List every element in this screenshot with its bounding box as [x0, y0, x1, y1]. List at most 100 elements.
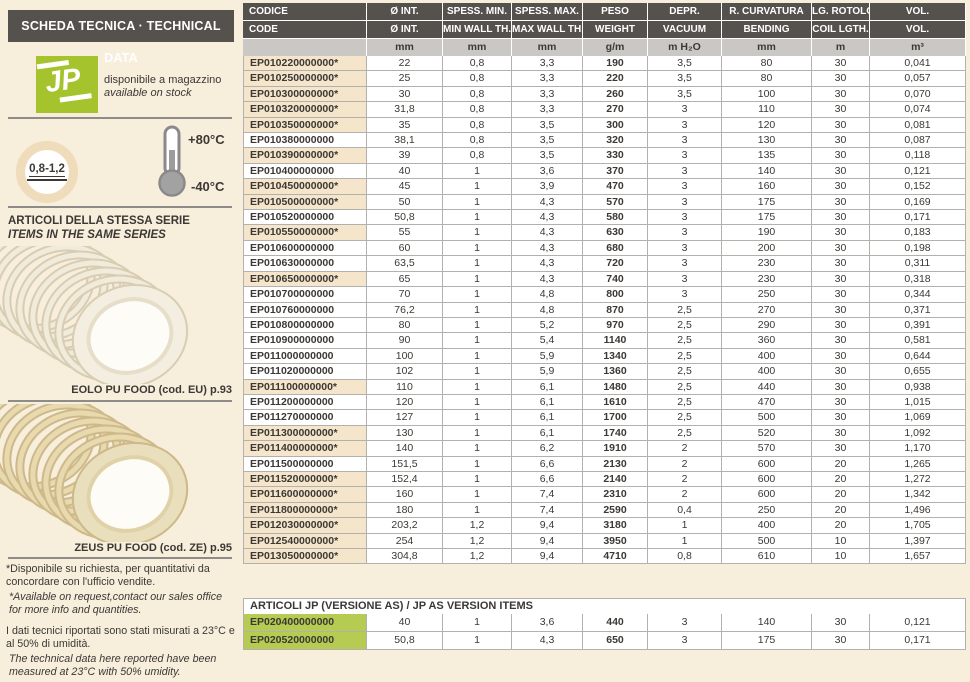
data-cell: 470 — [583, 179, 648, 194]
data-cell: 20 — [812, 487, 870, 502]
data-cell: 3 — [648, 241, 722, 256]
data-cell: 2 — [648, 441, 722, 456]
data-cell: 270 — [722, 303, 812, 318]
column-units: mm — [367, 39, 443, 56]
data-cell: 7,4 — [512, 487, 583, 502]
column-header-it: LG. ROTOLO — [812, 3, 870, 21]
data-cell: 6,2 — [512, 441, 583, 456]
data-cell: 0,121 — [870, 164, 966, 179]
data-cell: 76,2 — [367, 303, 443, 318]
column-units: mm — [512, 39, 583, 56]
data-cell: 1,496 — [870, 503, 966, 518]
product-code-cell: EP011270000000 — [243, 410, 367, 425]
data-cell: 1 — [443, 349, 512, 364]
technical-data-table: CODICEØ INT.SPESS. MIN.SPESS. MAX.PESODE… — [243, 3, 966, 564]
data-cell: 3,5 — [512, 148, 583, 163]
as-product-code-cell: EP020400000000 — [243, 614, 367, 632]
as-data-cell: 0,121 — [870, 614, 966, 632]
product-code-cell: EP010450000000* — [243, 179, 367, 194]
data-cell: 9,4 — [512, 549, 583, 564]
data-cell: 0,644 — [870, 349, 966, 364]
data-cell: 610 — [722, 549, 812, 564]
data-cell: 3,5 — [512, 133, 583, 148]
data-cell: 4,8 — [512, 303, 583, 318]
column-header-en: WEIGHT — [583, 21, 648, 39]
data-cell: 65 — [367, 272, 443, 287]
data-cell: 5,2 — [512, 318, 583, 333]
divider — [8, 206, 232, 208]
data-cell: 20 — [812, 472, 870, 487]
product-code-cell: EP010320000000* — [243, 102, 367, 117]
data-cell: 1 — [443, 241, 512, 256]
data-cell: 400 — [722, 518, 812, 533]
data-cell: 80 — [722, 56, 812, 71]
data-cell: 2 — [648, 487, 722, 502]
as-data-cell: 50,8 — [367, 632, 443, 650]
data-cell: 30 — [812, 195, 870, 210]
data-cell: 1,015 — [870, 395, 966, 410]
product-code-cell: EP010700000000 — [243, 287, 367, 302]
data-cell: 1 — [443, 287, 512, 302]
data-cell: 6,1 — [512, 380, 583, 395]
as-data-cell: 1 — [443, 632, 512, 650]
data-cell: 3,5 — [648, 71, 722, 86]
as-data-cell: 40 — [367, 614, 443, 632]
data-cell: 3 — [648, 148, 722, 163]
data-cell: 1 — [443, 333, 512, 348]
data-cell: 1 — [443, 210, 512, 225]
data-cell: 3,5 — [648, 87, 722, 102]
data-cell: 1 — [443, 164, 512, 179]
product-code-cell: EP010400000000 — [243, 164, 367, 179]
data-cell: 6,1 — [512, 410, 583, 425]
data-cell: 30 — [812, 426, 870, 441]
column-units — [243, 39, 367, 56]
data-cell: 110 — [367, 380, 443, 395]
data-cell: 6,6 — [512, 457, 583, 472]
data-cell: 1340 — [583, 349, 648, 364]
logo-text: JP — [43, 62, 91, 98]
data-cell: 1 — [648, 518, 722, 533]
data-cell: 2,5 — [648, 303, 722, 318]
eolo-hose-photo — [0, 246, 232, 389]
column-header-it: DEPR. — [648, 3, 722, 21]
column-header-en: CODE — [243, 21, 367, 39]
column-units: g/m — [583, 39, 648, 56]
product-code-cell: EP010650000000* — [243, 272, 367, 287]
data-cell: 520 — [722, 426, 812, 441]
as-data-cell: 30 — [812, 614, 870, 632]
data-cell: 1,705 — [870, 518, 966, 533]
as-data-cell: 30 — [812, 632, 870, 650]
column-header-it: PESO — [583, 3, 648, 21]
product-code-cell: EP011520000000* — [243, 472, 367, 487]
data-cell: 90 — [367, 333, 443, 348]
data-cell: 0,070 — [870, 87, 966, 102]
data-cell: 720 — [583, 256, 648, 271]
as-data-cell: 3,6 — [512, 614, 583, 632]
data-cell: 70 — [367, 287, 443, 302]
data-cell: 25 — [367, 71, 443, 86]
data-cell: 38,1 — [367, 133, 443, 148]
product-code-cell: EP010630000000 — [243, 256, 367, 271]
data-cell: 0,183 — [870, 225, 966, 240]
data-cell: 0,8 — [443, 102, 512, 117]
column-header-en: VOL. — [870, 21, 966, 39]
data-cell: 130 — [367, 426, 443, 441]
data-cell: 160 — [367, 487, 443, 502]
data-cell: 30 — [812, 380, 870, 395]
data-cell: 30 — [812, 256, 870, 271]
data-cell: 30 — [812, 272, 870, 287]
data-cell: 3,3 — [512, 87, 583, 102]
data-cell: 1,272 — [870, 472, 966, 487]
data-cell: 270 — [583, 102, 648, 117]
divider — [8, 400, 232, 402]
data-cell: 740 — [583, 272, 648, 287]
data-cell: 1610 — [583, 395, 648, 410]
data-cell: 3950 — [583, 534, 648, 549]
column-header-en: COIL LGTH. — [812, 21, 870, 39]
data-cell: 151,5 — [367, 457, 443, 472]
data-cell: 4,3 — [512, 195, 583, 210]
data-cell: 20 — [812, 503, 870, 518]
data-cell: 30 — [812, 241, 870, 256]
data-cell: 30 — [812, 410, 870, 425]
data-cell: 0,198 — [870, 241, 966, 256]
